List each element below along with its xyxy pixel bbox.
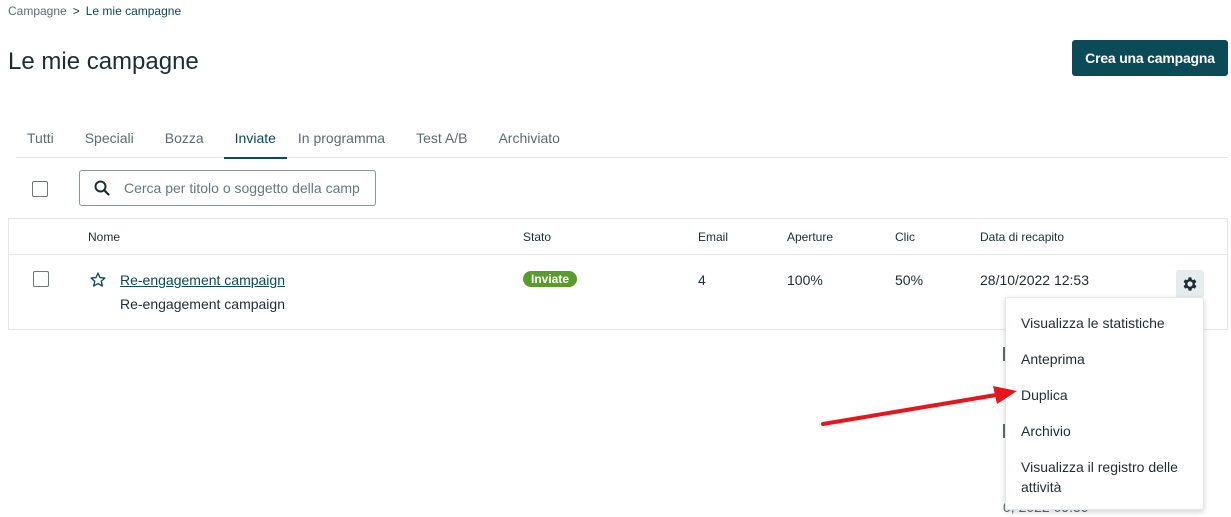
star-icon[interactable]: [89, 271, 107, 289]
column-header-status: Stato: [523, 230, 552, 244]
row-actions-button[interactable]: [1176, 270, 1204, 298]
clicks-rate: 50%: [895, 272, 924, 288]
delivery-date: 28/10/2022 12:53: [980, 272, 1089, 288]
opens-rate: 100%: [787, 272, 823, 288]
tab-test-ab[interactable]: Test A/B: [405, 124, 478, 158]
search-icon: [94, 180, 110, 196]
tab-archiviato[interactable]: Archiviato: [487, 124, 570, 158]
search-input[interactable]: [124, 180, 364, 196]
column-header-clicks: Clic: [895, 230, 915, 244]
status-badge: Inviate: [523, 271, 578, 287]
campaign-subject: Re-engagement campaign: [120, 296, 285, 312]
tab-bozza[interactable]: Bozza: [154, 124, 215, 158]
breadcrumb-current: Le mie campagne: [85, 4, 182, 18]
column-header-opens: Aperture: [787, 230, 834, 244]
tab-speciali[interactable]: Speciali: [74, 124, 145, 158]
tab-inviate[interactable]: Inviate: [223, 124, 288, 159]
column-header-email: Email: [698, 230, 729, 244]
column-header-name: Nome: [88, 230, 121, 244]
menu-item-archive[interactable]: Archivio: [1006, 413, 1203, 449]
row-checkbox[interactable]: [33, 271, 49, 287]
tab-in-programma[interactable]: In programma: [287, 124, 396, 158]
row-actions-menu: Visualizza le statistiche Anteprima Dupl…: [1005, 297, 1204, 510]
breadcrumb: Campagne > Le mie campagne: [8, 4, 181, 18]
campaign-tabs: Tutti Speciali Bozza Inviate In programm…: [16, 124, 1228, 159]
email-count: 4: [698, 272, 706, 288]
search-box: [79, 170, 376, 206]
campaign-name-link[interactable]: Re-engagement campaign: [120, 272, 285, 288]
select-all-checkbox[interactable]: [32, 181, 48, 197]
column-header-delivery-date: Data di recapito: [980, 230, 1065, 244]
gear-icon: [1183, 277, 1197, 291]
menu-item-preview[interactable]: Anteprima: [1006, 341, 1203, 377]
create-campaign-button[interactable]: Crea una campagna: [1072, 40, 1228, 76]
menu-item-view-stats[interactable]: Visualizza le statistiche: [1006, 305, 1203, 341]
breadcrumb-separator: >: [72, 4, 80, 18]
page-title: Le mie campagne: [8, 48, 199, 75]
breadcrumb-root-link[interactable]: Campagne: [8, 4, 67, 18]
menu-item-activity-log[interactable]: Visualizza il registro delle attività: [1006, 449, 1203, 506]
tab-tutti[interactable]: Tutti: [16, 124, 65, 158]
menu-item-duplicate[interactable]: Duplica: [1006, 377, 1203, 413]
table-header: Nome Stato Email Aperture Clic Data di r…: [9, 219, 1227, 255]
